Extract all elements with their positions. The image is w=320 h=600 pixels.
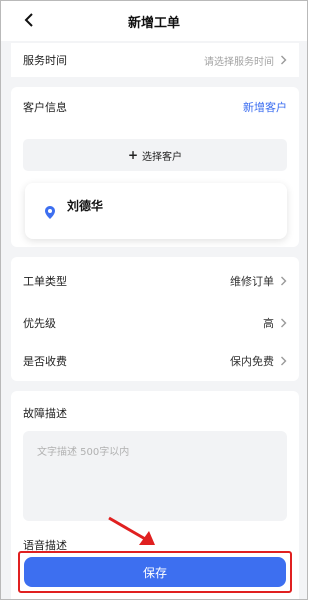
fault-label: 故障描述 (23, 407, 67, 420)
chevron-right-icon (281, 276, 287, 286)
annotation-arrow-icon (108, 516, 155, 545)
charge-value[interactable]: 保内免费 (230, 353, 287, 369)
customer-info-card: 客户信息 新增客户 + 选择客户 刘德华 (11, 87, 299, 247)
charge-text: 保内免费 (230, 355, 274, 368)
priority-text: 高 (263, 317, 274, 330)
chevron-right-icon (281, 55, 287, 65)
plus-icon: + (127, 148, 139, 162)
chevron-right-icon (281, 356, 287, 366)
order-type-value[interactable]: 维修订单 (230, 273, 287, 289)
order-type-text: 维修订单 (230, 275, 274, 288)
order-type-row[interactable]: 工单类型 维修订单 (23, 271, 287, 291)
save-button-highlight: 保存 (18, 551, 292, 593)
priority-row[interactable]: 优先级 高 (23, 313, 287, 333)
service-time-card: 服务时间 请选择服务时间 (11, 43, 299, 77)
customer-info-label: 客户信息 (23, 101, 67, 114)
priority-label: 优先级 (23, 317, 56, 330)
select-customer-label: 选择客户 (142, 151, 183, 163)
service-time-placeholder: 请选择服务时间 (204, 56, 274, 68)
service-time-row[interactable]: 服务时间 请选择服务时间 (23, 50, 287, 70)
charge-label: 是否收费 (23, 355, 67, 368)
customer-info-header: 客户信息 新增客户 (23, 97, 287, 117)
service-time-value[interactable]: 请选择服务时间 (204, 53, 287, 68)
customer-name: 刘德华 (67, 199, 104, 213)
order-details-card: 工单类型 维修订单 优先级 高 是否收费 保内免费 (11, 257, 299, 381)
order-type-label: 工单类型 (23, 275, 67, 288)
selected-customer-card[interactable]: 刘德华 (25, 183, 287, 239)
service-time-label: 服务时间 (23, 54, 67, 67)
priority-value[interactable]: 高 (263, 315, 287, 331)
page-title: 新增工单 (127, 16, 180, 31)
fault-description-input[interactable]: 文字描述 500字以内 (23, 431, 287, 521)
save-button[interactable]: 保存 (24, 557, 286, 587)
select-customer-button[interactable]: + 选择客户 (23, 139, 287, 171)
top-bar: 新增工单 (1, 1, 307, 41)
charge-row[interactable]: 是否收费 保内免费 (23, 351, 287, 371)
add-customer-link[interactable]: 新增客户 (243, 99, 287, 115)
fault-header: 故障描述 (23, 403, 287, 423)
screen: 新增工单 服务时间 请选择服务时间 客户信息 新增客户 + 选择客户 刘德华 工… (0, 0, 308, 600)
location-pin-icon (45, 206, 55, 219)
chevron-right-icon (281, 318, 287, 328)
